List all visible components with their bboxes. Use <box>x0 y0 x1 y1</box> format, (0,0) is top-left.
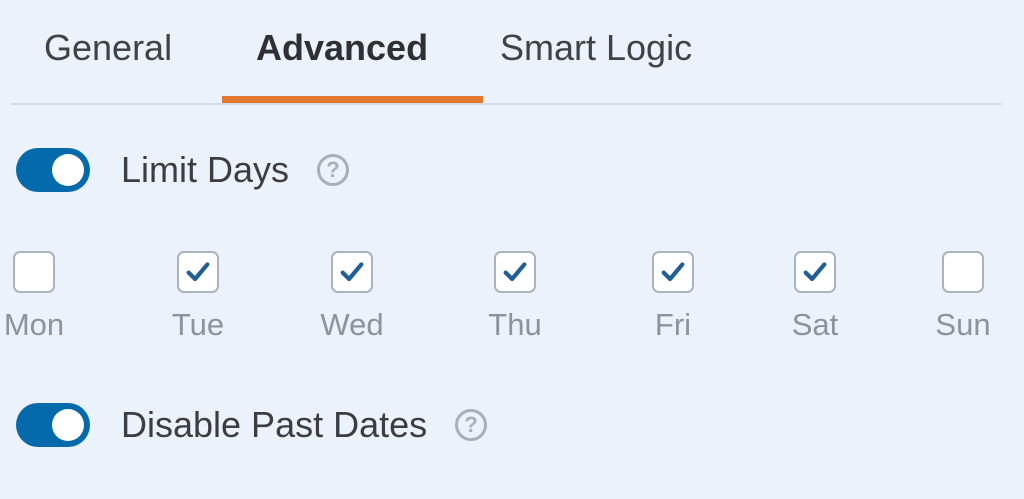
help-icon[interactable]: ? <box>317 154 350 186</box>
day-checkbox-tue[interactable] <box>177 251 219 293</box>
disable-past-dates-toggle[interactable] <box>16 403 90 447</box>
day-option-mon: Mon <box>0 251 84 343</box>
day-label: Tue <box>171 307 225 342</box>
day-label: Sun <box>935 307 991 342</box>
day-label: Thu <box>488 307 542 342</box>
active-tab-indicator <box>222 96 483 103</box>
day-checkbox-sat[interactable] <box>794 251 836 293</box>
checkmark-icon <box>661 262 685 282</box>
day-checkbox-thu[interactable] <box>494 251 536 293</box>
day-checkbox-sun[interactable] <box>942 251 984 293</box>
day-option-sat: Sat <box>765 251 865 343</box>
day-checkbox-wed[interactable] <box>331 251 373 293</box>
day-option-tue: Tue <box>148 251 248 343</box>
day-label: Fri <box>654 307 692 342</box>
day-checkbox-fri[interactable] <box>652 251 694 293</box>
checkmark-icon <box>803 262 827 282</box>
toggle-knob <box>52 154 84 186</box>
checkmark-icon <box>186 262 210 282</box>
day-option-wed: Wed <box>302 251 402 343</box>
tab-advanced[interactable]: Advanced <box>256 20 428 76</box>
limit-days-toggle[interactable] <box>16 148 90 192</box>
day-checkbox-mon[interactable] <box>13 251 55 293</box>
limit-days-label: Limit Days <box>121 149 290 190</box>
day-option-sun: Sun <box>913 251 1013 343</box>
tab-bar: General Advanced Smart Logic <box>11 0 1002 105</box>
tab-smart-logic[interactable]: Smart Logic <box>500 20 692 76</box>
disable-past-dates-row: Disable Past Dates ? <box>16 400 488 450</box>
limit-days-row: Limit Days ? <box>16 145 350 195</box>
day-label: Mon <box>3 307 65 342</box>
day-label: Wed <box>320 307 384 342</box>
tab-general[interactable]: General <box>44 20 172 76</box>
day-option-thu: Thu <box>465 251 565 343</box>
disable-past-dates-label: Disable Past Dates <box>121 404 428 445</box>
toggle-knob <box>52 409 84 441</box>
help-icon[interactable]: ? <box>455 409 488 441</box>
day-option-fri: Fri <box>623 251 723 343</box>
tab-divider <box>11 103 1002 105</box>
checkmark-icon <box>340 262 364 282</box>
checkmark-icon <box>503 262 527 282</box>
day-label: Sat <box>791 307 839 342</box>
